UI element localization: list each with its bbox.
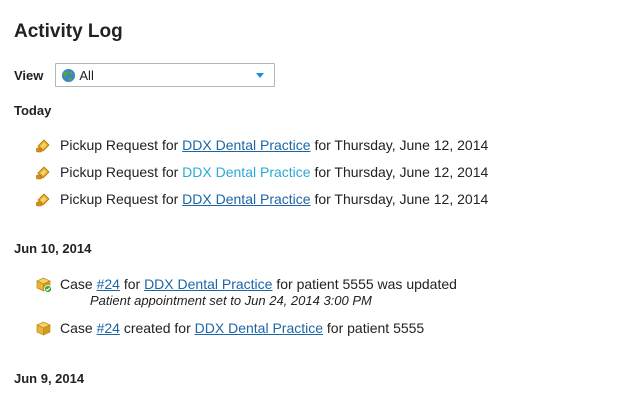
pickup-request-icon bbox=[36, 193, 50, 207]
entry-text-after: for Thursday, June 12, 2014 bbox=[310, 137, 489, 153]
entry-text-mid: created for bbox=[119, 320, 195, 336]
view-label: View bbox=[14, 67, 44, 83]
practice-link[interactable]: DDX Dental Practice bbox=[144, 276, 272, 292]
entry-detail: Patient appointment set to Jun 24, 2014 … bbox=[90, 293, 372, 308]
activity-entry: Case #24 created for DDX Dental Practice… bbox=[35, 320, 424, 337]
activity-entry: Case #24 for DDX Dental Practice for pat… bbox=[35, 276, 457, 309]
case-link[interactable]: #24 bbox=[97, 320, 120, 336]
entry-text-after: for Thursday, June 12, 2014 bbox=[310, 164, 489, 180]
activity-entry: Pickup Request for DDX Dental Practice f… bbox=[35, 191, 488, 208]
entry-text-before: Pickup Request for bbox=[60, 137, 183, 153]
case-updated-icon bbox=[36, 277, 52, 293]
chevron-down-icon[interactable] bbox=[256, 73, 265, 78]
practice-link[interactable]: DDX Dental Practice bbox=[182, 137, 310, 153]
view-select-value: All bbox=[79, 67, 94, 83]
case-link[interactable]: #24 bbox=[97, 276, 120, 292]
practice-link[interactable]: DDX Dental Practice bbox=[182, 191, 310, 207]
activity-entry: Pickup Request for DDX Dental Practice f… bbox=[35, 164, 488, 181]
globe-icon bbox=[62, 68, 76, 82]
practice-link[interactable]: DDX Dental Practice bbox=[182, 164, 310, 180]
entry-text-after: for patient 5555 was updated bbox=[272, 276, 457, 292]
view-select[interactable]: All bbox=[55, 63, 276, 87]
pickup-request-icon bbox=[36, 139, 50, 153]
page-title: Activity Log bbox=[14, 21, 123, 42]
activity-entry: Pickup Request for DDX Dental Practice f… bbox=[35, 137, 488, 154]
entry-text-after: for patient 5555 bbox=[323, 320, 425, 336]
group-title-today: Today bbox=[14, 103, 52, 118]
group-title-jun-9: Jun 9, 2014 bbox=[14, 371, 85, 386]
entry-text-before: Pickup Request for bbox=[60, 191, 183, 207]
pickup-request-icon bbox=[36, 166, 50, 180]
entry-text-mid: for bbox=[119, 276, 145, 292]
practice-link[interactable]: DDX Dental Practice bbox=[195, 320, 323, 336]
entry-text-after: for Thursday, June 12, 2014 bbox=[310, 191, 489, 207]
entry-text-before: Case bbox=[60, 320, 97, 336]
case-created-icon bbox=[36, 321, 51, 336]
view-filter-row: View All bbox=[14, 62, 276, 88]
group-title-jun-10: Jun 10, 2014 bbox=[14, 241, 92, 256]
entry-text-before: Pickup Request for bbox=[60, 164, 183, 180]
entry-text-before: Case bbox=[60, 276, 97, 292]
